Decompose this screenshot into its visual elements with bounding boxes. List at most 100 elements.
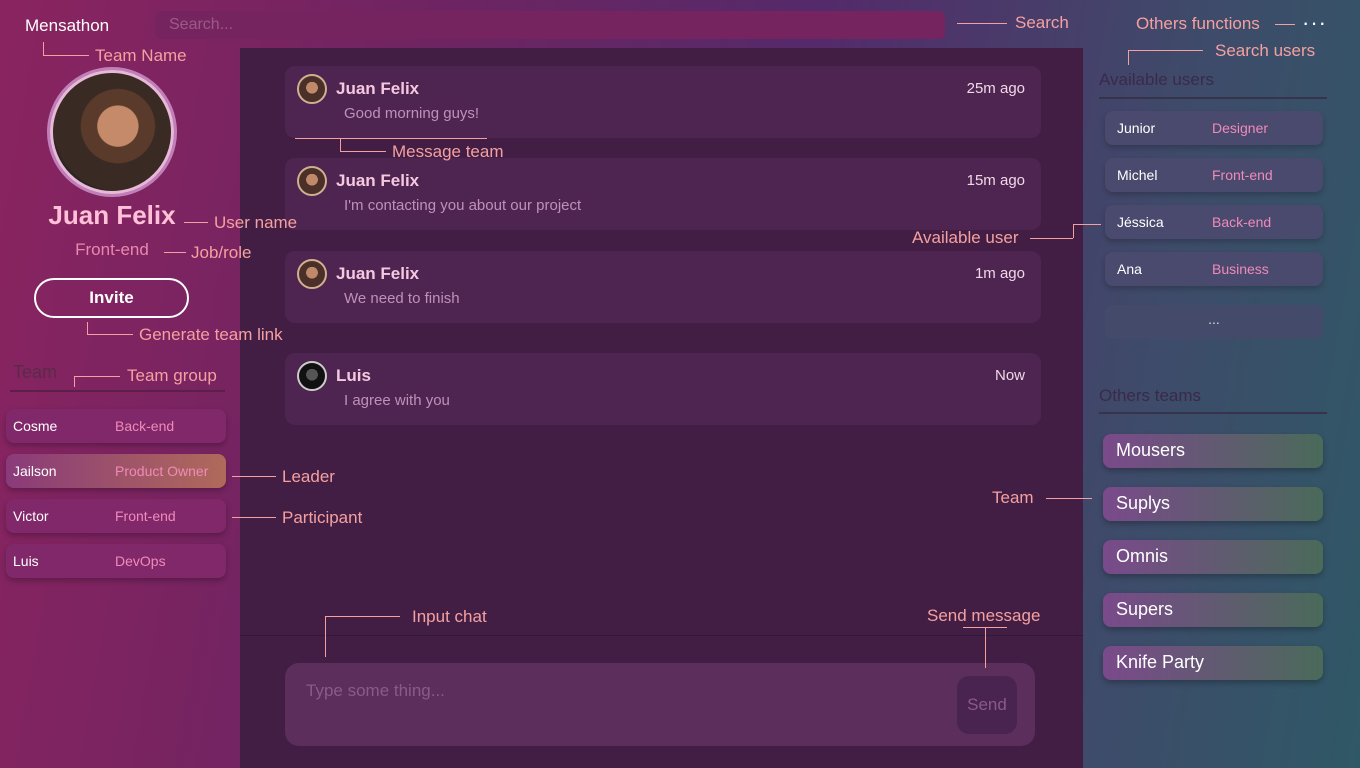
user-role: Front-end <box>75 240 149 259</box>
member-role: Product Owner <box>115 463 209 479</box>
annotation-user-name: User name <box>214 213 298 232</box>
annotation-line <box>340 138 341 151</box>
user-name: Juan Felix <box>48 200 176 230</box>
message-time: 15m ago <box>966 172 1025 189</box>
other-team-item[interactable]: Omnis <box>1103 540 1323 574</box>
annotation-line <box>1128 50 1129 65</box>
message-text: Good morning guys! <box>344 105 480 122</box>
team-member[interactable]: Victor Front-end <box>6 499 226 533</box>
available-user-role: Back-end <box>1212 214 1272 230</box>
annotation-input-chat: Input chat <box>412 607 487 626</box>
available-user-name: Junior <box>1117 120 1156 136</box>
message-author: Juan Felix <box>336 171 420 190</box>
available-user[interactable]: Michel Front-end <box>1105 158 1323 192</box>
annotation-line <box>87 322 88 334</box>
message-avatar <box>297 74 327 104</box>
annotation-line <box>957 23 1007 24</box>
annotation-team-name: Team Name <box>95 46 187 65</box>
invite-button[interactable]: Invite <box>34 278 189 318</box>
annotation-leader: Leader <box>282 467 335 486</box>
more-options-icon[interactable]: ··· <box>1302 12 1327 34</box>
annotation-line <box>184 222 208 223</box>
annotation-team-group: Team group <box>127 366 217 385</box>
annotation-line <box>325 616 400 617</box>
annotation-line <box>1128 50 1203 51</box>
message-author: Juan Felix <box>336 79 420 98</box>
available-user-name: Michel <box>1117 167 1158 183</box>
annotation-line <box>1275 24 1295 25</box>
annotation-line <box>1030 238 1073 239</box>
annotation-search-users: Search users <box>1215 41 1316 60</box>
message-author: Luis <box>336 366 371 385</box>
annotation-line <box>232 476 276 477</box>
message-avatar <box>297 259 327 289</box>
chat-divider <box>240 635 1083 636</box>
other-team-item[interactable]: Supers <box>1103 593 1323 627</box>
other-teams-divider <box>1099 412 1327 414</box>
available-user[interactable]: Junior Designer <box>1105 111 1323 145</box>
message-author: Juan Felix <box>336 264 420 283</box>
message-text: I'm contacting you about our project <box>344 197 582 214</box>
message-text: We need to finish <box>344 290 460 307</box>
member-name: Jailson <box>13 463 57 479</box>
team-name: Mensathon <box>25 16 110 35</box>
annotation-line <box>74 376 75 387</box>
member-role: Back-end <box>115 418 175 434</box>
annotation-line <box>74 376 120 377</box>
other-team-item[interactable]: Mousers <box>1103 434 1323 468</box>
other-team-item[interactable]: Knife Party <box>1103 646 1323 680</box>
annotation-search: Search <box>1015 13 1069 32</box>
available-users-more[interactable]: ... <box>1105 305 1323 339</box>
send-button[interactable]: Send <box>957 676 1017 734</box>
member-name: Victor <box>13 508 49 524</box>
message-card: Juan Felix 25m ago Good morning guys! <box>285 66 1041 138</box>
member-role: Front-end <box>115 508 176 524</box>
available-user-role: Business <box>1212 261 1269 277</box>
annotation-others-functions: Others functions <box>1136 14 1260 33</box>
annotation-message-team: Message team <box>392 142 504 161</box>
available-users-title: Available users <box>1099 70 1214 89</box>
team-group-title: Team <box>13 362 58 382</box>
annotation-line <box>985 627 986 668</box>
other-team-item[interactable]: Suplys <box>1103 487 1323 521</box>
message-card: Luis Now I agree with you <box>285 353 1041 425</box>
available-user-role: Front-end <box>1212 167 1273 183</box>
team-member[interactable]: Cosme Back-end <box>6 409 226 443</box>
user-avatar <box>50 70 174 194</box>
available-user-name: Jéssica <box>1117 214 1164 230</box>
search-input[interactable] <box>155 11 945 39</box>
annotation-line <box>340 151 386 152</box>
annotation-line <box>1073 224 1074 238</box>
available-user-name: Ana <box>1117 261 1142 277</box>
team-member[interactable]: Luis DevOps <box>6 544 226 578</box>
available-users-divider <box>1099 97 1327 99</box>
annotation-line <box>164 252 186 253</box>
available-user[interactable]: Ana Business <box>1105 252 1323 286</box>
annotation-job-role: Job/role <box>191 243 252 262</box>
annotation-line <box>295 138 487 139</box>
annotation-participant: Participant <box>282 508 363 527</box>
available-user-role: Designer <box>1212 120 1269 136</box>
chat-input[interactable] <box>285 663 945 719</box>
message-card: Juan Felix 1m ago We need to finish <box>285 251 1041 323</box>
message-card: Juan Felix 15m ago I'm contacting you ab… <box>285 158 1041 230</box>
annotation-line <box>325 616 326 657</box>
annotation-send-message: Send message <box>927 606 1041 625</box>
annotation-line <box>43 55 89 56</box>
annotation-team: Team <box>992 488 1034 507</box>
message-time: 25m ago <box>966 80 1025 97</box>
message-time: 1m ago <box>974 265 1025 282</box>
annotation-line <box>43 42 44 55</box>
available-user[interactable]: Jéssica Back-end <box>1105 205 1323 239</box>
message-avatar <box>297 361 327 391</box>
other-teams-title: Others teams <box>1099 386 1202 405</box>
message-time: Now <box>994 367 1025 384</box>
annotation-line <box>232 517 276 518</box>
member-role: DevOps <box>115 553 166 569</box>
member-name: Luis <box>13 553 39 569</box>
annotation-line <box>87 334 133 335</box>
team-member-leader[interactable]: Jailson Product Owner <box>6 454 226 488</box>
annotation-line <box>1073 224 1101 225</box>
annotation-line <box>1046 498 1092 499</box>
annotation-available-user: Available user <box>912 228 1019 247</box>
